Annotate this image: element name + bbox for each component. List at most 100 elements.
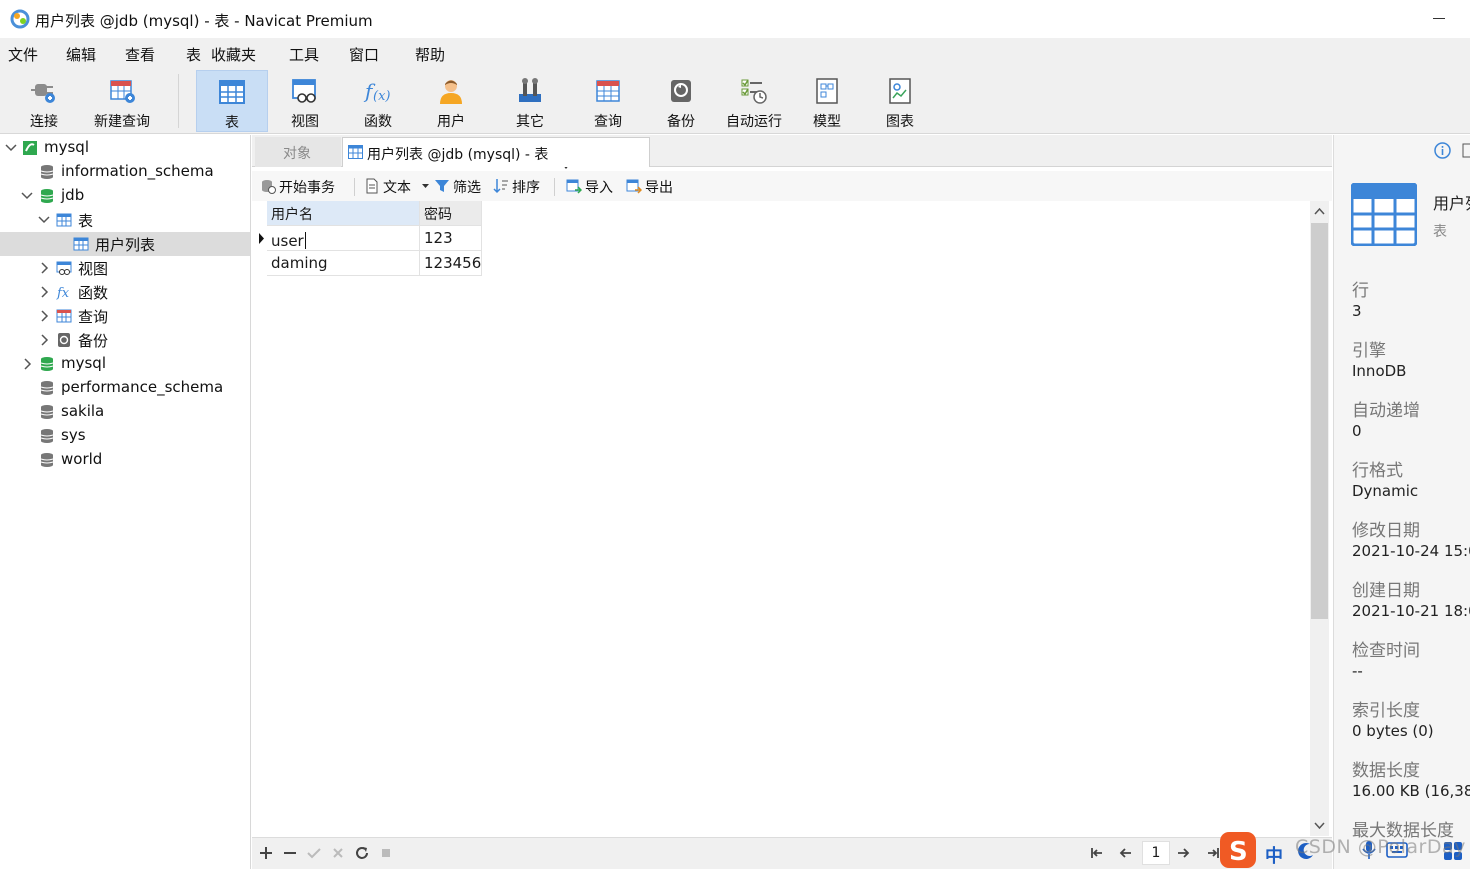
automation-button[interactable]: 自动运行 bbox=[719, 70, 789, 132]
tools-icon bbox=[519, 78, 541, 102]
add-record-icon[interactable] bbox=[257, 844, 275, 862]
tree-db-sakila[interactable]: sakila bbox=[0, 400, 250, 424]
object-type: 表 bbox=[1433, 224, 1447, 240]
chevron-down-icon[interactable] bbox=[37, 213, 51, 227]
menu-window[interactable]: 窗口 bbox=[349, 44, 379, 65]
chevron-right-icon[interactable] bbox=[20, 357, 34, 371]
first-page-icon[interactable] bbox=[1088, 844, 1106, 862]
tree-table-user-list[interactable]: 用户列表 bbox=[0, 232, 250, 256]
chart-button[interactable]: 图表 bbox=[865, 70, 935, 132]
user-button[interactable]: 用户 bbox=[416, 70, 486, 132]
previous-page-icon[interactable] bbox=[1117, 844, 1135, 862]
tab-objects[interactable]: 对象 bbox=[255, 137, 341, 167]
chevron-right-icon[interactable] bbox=[37, 285, 51, 299]
menu-view[interactable]: 查看 bbox=[125, 44, 155, 65]
begin-transaction-button[interactable]: 开始事务 bbox=[260, 176, 350, 196]
next-page-icon[interactable] bbox=[1174, 844, 1192, 862]
sogou-ime-icon[interactable]: S bbox=[1218, 831, 1258, 869]
tree-folder-views[interactable]: 视图 bbox=[0, 256, 250, 280]
vertical-scrollbar[interactable] bbox=[1310, 201, 1329, 836]
query-icon bbox=[56, 309, 72, 323]
chart-icon bbox=[889, 78, 911, 104]
others-button[interactable]: 其它 bbox=[495, 70, 565, 132]
model-label: 模型 bbox=[813, 114, 841, 130]
import-icon bbox=[566, 179, 582, 194]
chevron-right-icon[interactable] bbox=[37, 309, 51, 323]
export-icon bbox=[626, 179, 642, 194]
database-icon bbox=[40, 189, 54, 203]
text-view-button[interactable]: 文本 bbox=[364, 176, 430, 196]
chevron-right-icon[interactable] bbox=[37, 333, 51, 347]
svg-text:fx: fx bbox=[56, 286, 70, 300]
backup-icon bbox=[671, 80, 691, 102]
scroll-down-icon[interactable] bbox=[1314, 820, 1325, 831]
chevron-down-icon[interactable] bbox=[4, 141, 18, 155]
menu-file[interactable]: 文件 bbox=[8, 44, 38, 65]
tree-db-sys[interactable]: sys bbox=[0, 424, 250, 448]
sort-button[interactable]: 排序 bbox=[493, 176, 549, 196]
tree-db-world[interactable]: world bbox=[0, 448, 250, 472]
menu-table[interactable]: 表 bbox=[186, 44, 201, 65]
tree-folder-backups[interactable]: 备份 bbox=[0, 328, 250, 352]
function-button[interactable]: f (x) 函数 bbox=[343, 70, 413, 132]
connect-button[interactable]: 连接 bbox=[14, 70, 74, 132]
export-button[interactable]: 导出 bbox=[626, 176, 682, 196]
table-button[interactable]: 表 bbox=[196, 70, 268, 132]
table-cell[interactable]: 123456 bbox=[420, 251, 482, 276]
info-key-index-length: 索引长度 bbox=[1352, 701, 1420, 721]
plug-icon bbox=[31, 84, 55, 103]
delete-record-icon[interactable] bbox=[281, 844, 299, 862]
connection-icon bbox=[23, 141, 37, 155]
table-cell[interactable]: 123 bbox=[420, 226, 482, 251]
tree-db-performance-schema[interactable]: performance_schema bbox=[0, 376, 250, 400]
grid-toolbar-separator bbox=[354, 178, 355, 196]
scrollbar-thumb[interactable] bbox=[1311, 223, 1328, 619]
scroll-up-icon[interactable] bbox=[1314, 206, 1325, 217]
menu-favorites[interactable]: 收藏夹 bbox=[211, 44, 256, 65]
tree-db-jdb[interactable]: jdb bbox=[0, 184, 250, 208]
stop-icon[interactable] bbox=[377, 844, 395, 862]
sort-icon bbox=[493, 179, 508, 194]
column-header-password[interactable]: 密码 bbox=[420, 201, 482, 226]
info-value-created-date: 2021-10-21 18:0 bbox=[1352, 602, 1470, 620]
table-cell[interactable]: daming bbox=[267, 251, 420, 276]
chevron-right-icon[interactable] bbox=[37, 261, 51, 275]
tree-folder-functions[interactable]: fx 函数 bbox=[0, 280, 250, 304]
ime-language-indicator[interactable]: 中 bbox=[1265, 842, 1283, 868]
info-icon[interactable] bbox=[1434, 142, 1451, 159]
table-cell[interactable]: user bbox=[267, 226, 420, 251]
view-button[interactable]: 视图 bbox=[270, 70, 340, 132]
column-header-username[interactable]: 用户名 bbox=[267, 201, 420, 226]
menu-help[interactable]: 帮助 bbox=[415, 44, 445, 65]
tab-user-list-table[interactable]: 用户列表 @jdb (mysql) - 表 bbox=[342, 137, 650, 167]
filter-button[interactable]: 筛选 bbox=[434, 176, 490, 196]
tree-folder-tables[interactable]: 表 bbox=[0, 208, 250, 232]
menu-tools[interactable]: 工具 bbox=[289, 44, 319, 65]
query-button[interactable]: 查询 bbox=[573, 70, 643, 132]
page-number-input[interactable]: 1 bbox=[1142, 841, 1170, 865]
panel-toggle-icon[interactable] bbox=[1462, 142, 1470, 159]
tree-connection-mysql[interactable]: mysql bbox=[0, 136, 250, 160]
new-query-button[interactable]: 新建查询 bbox=[88, 70, 156, 132]
table-icon bbox=[56, 213, 72, 227]
menu-edit[interactable]: 编辑 bbox=[66, 44, 96, 65]
tree-db-information-schema[interactable]: information_schema bbox=[0, 160, 250, 184]
minimize-button[interactable] bbox=[1425, 8, 1455, 30]
chevron-down-icon[interactable] bbox=[20, 189, 34, 203]
info-value-rows: 3 bbox=[1352, 302, 1362, 320]
refresh-icon[interactable] bbox=[353, 844, 371, 862]
backup-button[interactable]: 备份 bbox=[646, 70, 716, 132]
tree-db-mysql[interactable]: mysql bbox=[0, 352, 250, 376]
import-button[interactable]: 导入 bbox=[566, 176, 622, 196]
tree-folder-queries[interactable]: 查询 bbox=[0, 304, 250, 328]
filter-icon bbox=[435, 180, 449, 192]
object-name: 用户列 bbox=[1433, 194, 1470, 213]
discard-changes-icon[interactable] bbox=[329, 844, 347, 862]
apply-changes-icon[interactable] bbox=[305, 844, 323, 862]
info-value-index-length: 0 bytes (0) bbox=[1352, 722, 1434, 740]
model-button[interactable]: 模型 bbox=[792, 70, 862, 132]
info-key-row-format: 行格式 bbox=[1352, 461, 1403, 481]
backup-icon bbox=[58, 333, 70, 347]
info-key-created-date: 创建日期 bbox=[1352, 581, 1420, 601]
database-icon bbox=[40, 165, 54, 179]
